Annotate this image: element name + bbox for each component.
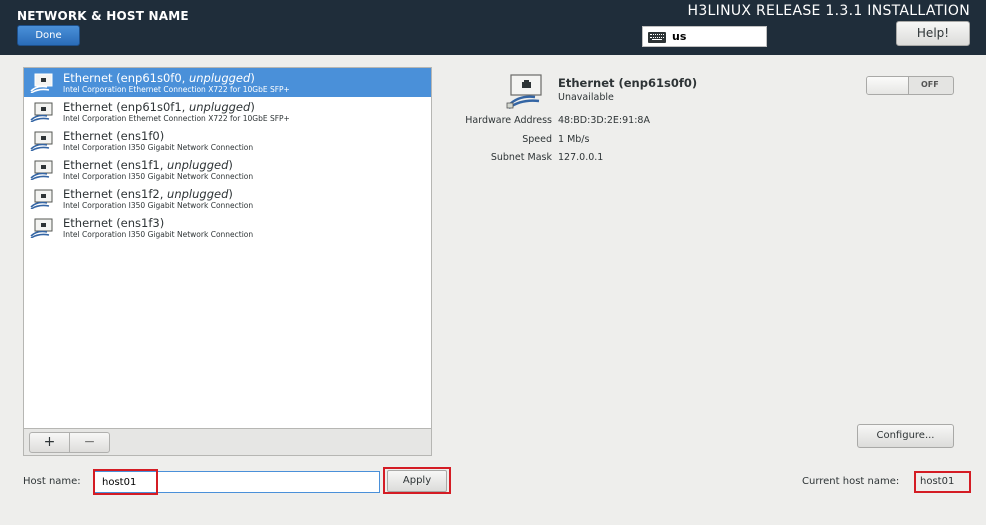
device-name: Ethernet (enp61s0f1, unplugged) bbox=[63, 100, 255, 114]
release-title: H3LINUX RELEASE 1.3.1 INSTALLATION bbox=[687, 3, 970, 19]
subnet-mask-value: 127.0.0.1 bbox=[558, 152, 604, 163]
remove-device-button[interactable]: − bbox=[69, 432, 110, 453]
subnet-mask-label: Subnet Mask bbox=[490, 152, 552, 163]
device-description: Intel Corporation I350 Gigabit Network C… bbox=[63, 201, 254, 210]
ethernet-icon bbox=[29, 131, 55, 152]
device-description: Intel Corporation I350 Gigabit Network C… bbox=[63, 230, 254, 239]
device-name: Ethernet (ens1f2, unplugged) bbox=[63, 187, 233, 201]
keyboard-icon bbox=[648, 32, 666, 43]
device-list-item[interactable]: Ethernet (ens1f0) Intel Corporation I350 … bbox=[24, 126, 431, 155]
device-state: unplugged bbox=[188, 71, 251, 85]
device-list-item[interactable]: Ethernet (ens1f3) Intel Corporation I350 … bbox=[24, 213, 431, 242]
speed-value: 1 Mb/s bbox=[558, 134, 590, 145]
device-name: Ethernet (ens1f1, unplugged) bbox=[63, 158, 233, 172]
device-state: unplugged bbox=[167, 158, 229, 172]
device-list-item[interactable]: Ethernet (enp61s0f1, unplugged) Intel Cor… bbox=[24, 97, 431, 126]
top-bar: NETWORK & HOST NAME Done H3LINUX RELEASE… bbox=[0, 0, 986, 55]
device-name: Ethernet (enp61s0f0, unplugged) bbox=[63, 71, 255, 85]
page-title: NETWORK & HOST NAME bbox=[17, 9, 189, 23]
current-host-name-value: host01 bbox=[920, 476, 955, 487]
done-button[interactable]: Done bbox=[17, 25, 80, 46]
ethernet-icon bbox=[29, 102, 55, 123]
add-device-button[interactable]: + bbox=[29, 432, 70, 453]
configure-button[interactable]: Configure... bbox=[857, 424, 954, 448]
network-device-list: Ethernet (enp61s0f0, unplugged) Intel Cor… bbox=[23, 67, 432, 429]
keyboard-layout-indicator[interactable]: us bbox=[642, 26, 767, 47]
apply-button[interactable]: Apply bbox=[387, 470, 447, 492]
hardware-address-label: Hardware Address bbox=[465, 115, 552, 126]
device-description: Intel Corporation I350 Gigabit Network C… bbox=[63, 143, 254, 152]
device-name: Ethernet (ens1f0) bbox=[63, 129, 165, 143]
device-detail-name: Ethernet (enp61s0f0) bbox=[558, 76, 698, 90]
speed-label: Speed bbox=[522, 134, 552, 145]
host-name-label: Host name: bbox=[23, 476, 81, 487]
device-power-toggle[interactable]: OFF bbox=[866, 76, 954, 95]
toggle-knob bbox=[867, 77, 909, 94]
device-description: Intel Corporation I350 Gigabit Network C… bbox=[63, 172, 254, 181]
ethernet-icon bbox=[29, 189, 55, 210]
help-button[interactable]: Help! bbox=[896, 21, 970, 46]
device-state: unplugged bbox=[188, 100, 251, 114]
device-description: Intel Corporation Ethernet Connection X7… bbox=[63, 85, 290, 94]
device-list-toolbar: + − bbox=[23, 429, 432, 456]
device-list-item[interactable]: Ethernet (ens1f2, unplugged) Intel Corpor… bbox=[24, 184, 431, 213]
keyboard-layout-label: us bbox=[672, 30, 687, 43]
ethernet-icon bbox=[29, 218, 55, 239]
device-description: Intel Corporation Ethernet Connection X7… bbox=[63, 114, 290, 123]
device-name: Ethernet (ens1f3) bbox=[63, 216, 165, 230]
hardware-address-value: 48:BD:3D:2E:91:8A bbox=[558, 115, 650, 126]
device-state: unplugged bbox=[167, 187, 229, 201]
toggle-state-label: OFF bbox=[921, 80, 939, 89]
device-list-item[interactable]: Ethernet (enp61s0f0, unplugged) Intel Cor… bbox=[24, 68, 431, 97]
host-name-input[interactable] bbox=[93, 471, 380, 493]
device-detail-status: Unavailable bbox=[558, 92, 614, 103]
ethernet-icon bbox=[29, 73, 55, 94]
ethernet-icon bbox=[506, 74, 542, 109]
ethernet-icon bbox=[29, 160, 55, 181]
device-list-item[interactable]: Ethernet (ens1f1, unplugged) Intel Corpor… bbox=[24, 155, 431, 184]
current-host-name-label: Current host name: bbox=[802, 476, 900, 487]
